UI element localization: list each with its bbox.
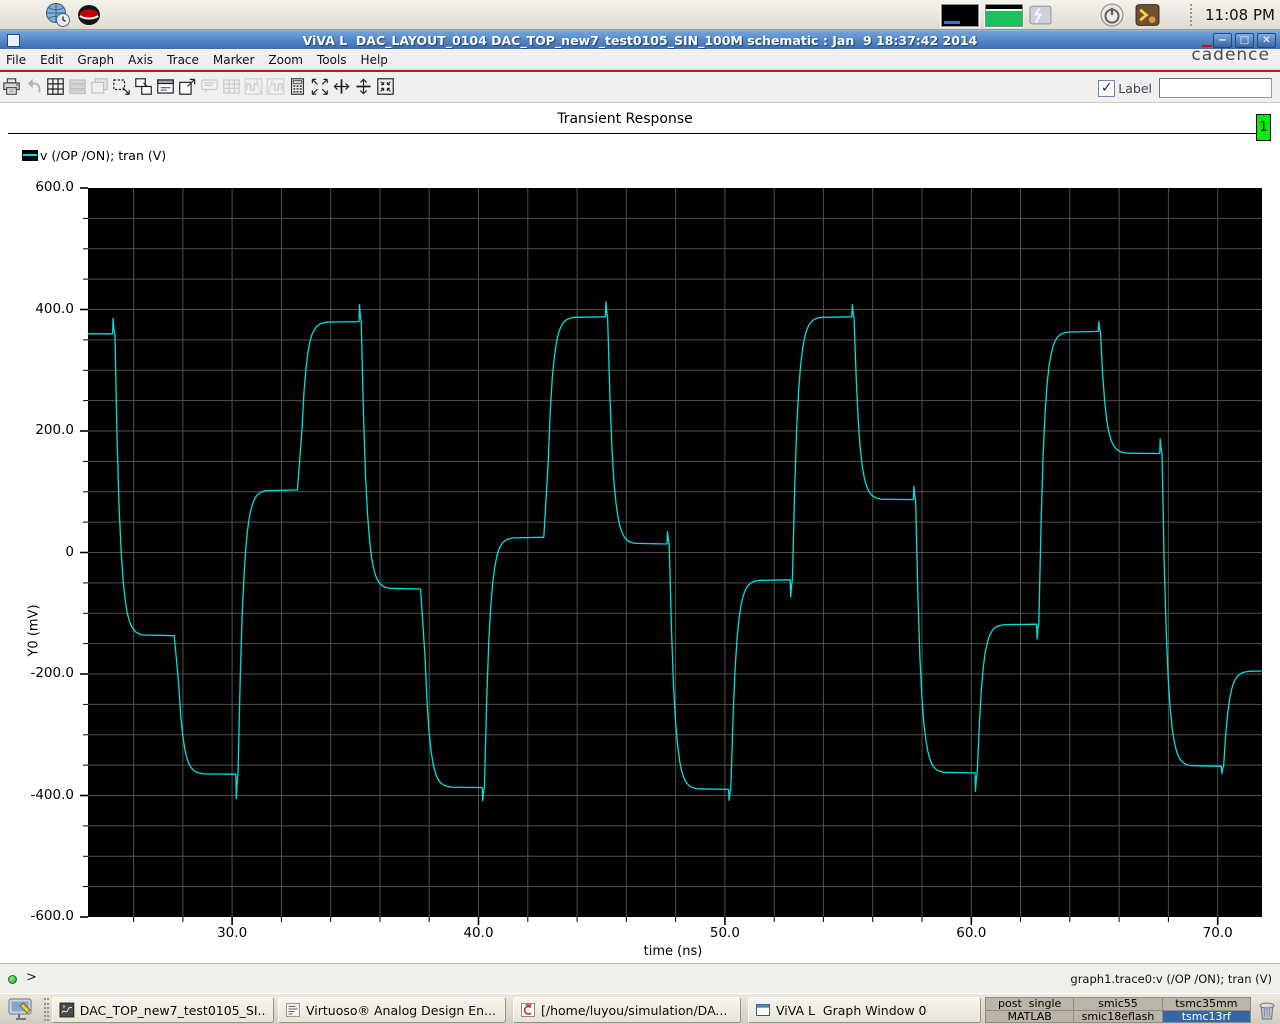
window-preview-green[interactable] [985,4,1023,27]
taskbar-button-label: DAC_TOP_new7_test0105_SI... [79,1002,267,1018]
status-led-icon [8,975,17,984]
workspace-cell[interactable]: smic55 [1074,998,1162,1010]
toolbar [0,72,1280,103]
y-tick-label: -600.0 [30,908,74,924]
menu-help[interactable]: Help [361,50,388,70]
window-restore-icon[interactable] [1029,4,1052,27]
taskbar-button-label: Virtuoso® Analog Design En... [306,1002,497,1018]
toolbar-select-region-icon[interactable] [111,77,132,99]
menu-graph[interactable]: Graph [77,50,114,70]
window-titlebar[interactable]: ViVA L DAC_LAYOUT_0104 DAC_TOP_new7_test… [0,30,1280,49]
redhat-icon[interactable] [76,2,102,28]
clock: 11:08 PM [1205,6,1275,24]
taskbar-button[interactable]: DAC_TOP_new7_test0105_SI... [52,997,274,1023]
taskbar: DAC_TOP_new7_test0105_SI... Virtuoso® Ana… [0,993,1280,1024]
menu-trace[interactable]: Trace [167,50,199,70]
toolbar-header-window-icon[interactable] [155,77,176,99]
workspace-pager: post single smic55 tsmc35mm MATLAB smic18efl… [985,997,1251,1023]
toolbar-fit-x-icon[interactable] [331,77,352,99]
screen: 11:08 PM ViVA L DAC_LAYOUT_0104 DAC_TOP_… [0,0,1280,1024]
menu-axis[interactable]: Axis [128,50,153,70]
toolbar-fit-box-icon[interactable] [375,77,396,99]
legend-label: v (/OP /ON); tran (V) [40,147,167,163]
taskbar-button[interactable]: [/home/luyou/simulation/DA... [513,997,741,1023]
toolbar-strip-chart-icon [67,77,88,99]
ade-icon [286,1003,300,1017]
plot-canvas[interactable] [78,184,1268,929]
y-tick-label: 400.0 [35,300,74,317]
x-tick-label: 40.0 [463,925,494,941]
taskbar-button[interactable]: Virtuoso® Analog Design En... [278,997,506,1023]
menubar: File Edit Graph Axis Trace Marker Zoom Tools Hel… [0,49,1280,69]
y-tick-label: 0 [65,543,74,560]
toolbar-annotation-icon [199,77,220,99]
prompt-icon[interactable] [1135,3,1160,27]
label-input[interactable] [1159,78,1272,98]
menu-file[interactable]: File [6,50,26,70]
trash-icon[interactable] [1256,998,1278,1022]
menu-tools[interactable]: Tools [317,50,347,70]
window-preview-dark[interactable] [941,4,979,27]
toolbar-copy-to-window-icon[interactable] [133,77,154,99]
toolbar-pop-out-window-icon[interactable] [177,77,198,99]
menu-edit[interactable]: Edit [40,50,63,70]
y-tick-label: 600.0 [35,179,74,195]
taskbar-grip[interactable] [44,998,49,1021]
x-tick-label: 30.0 [217,925,248,941]
legend[interactable]: v (/OP /ON); tran (V) [22,147,166,163]
x-tick-label: 60.0 [956,925,987,941]
menu-zoom[interactable]: Zoom [268,50,303,70]
toolbar-clip-wave-a-icon [243,77,264,99]
toolbar-undo-icon [23,77,44,99]
show-desktop-icon[interactable] [7,997,35,1022]
statusbar: > graph1.trace0:v (/OP /ON); tran (V) [0,963,1280,993]
menu-marker[interactable]: Marker [213,50,254,70]
page-badge[interactable]: 1 [1256,114,1271,141]
web-browser-icon[interactable] [45,2,71,28]
graph-window-icon [756,1004,770,1016]
label-checkbox-label: Label [1118,80,1152,96]
power-icon[interactable] [1100,3,1124,27]
toolbar-fit-y-icon[interactable] [353,77,374,99]
cadence-logo: cadence [1191,45,1270,65]
desktop-panel: 11:08 PM [0,0,1280,30]
label-group: ✓ Label [1098,77,1272,99]
toolbar-calculator-icon[interactable] [287,77,308,99]
workspace-cell[interactable]: MATLAB [986,1010,1074,1022]
command-prompt[interactable]: > [26,970,37,985]
toolbar-print-icon[interactable] [1,77,22,99]
y-tick-label: -200.0 [30,665,74,681]
taskbar-button[interactable]: ViVA L Graph Window 0 [748,997,981,1023]
taskbar-button-label: [/home/luyou/simulation/DA... [541,1002,728,1018]
toolbar-table-icon [221,77,242,99]
toolbar-fit-icon[interactable] [309,77,330,99]
workspace-cell[interactable]: post single [986,998,1074,1010]
toolbar-grid-icon[interactable] [45,77,66,99]
taskbar-button-label: ViVA L Graph Window 0 [776,1002,927,1018]
workspace-cell[interactable]: smic18eflash [1074,1010,1162,1022]
label-checkbox[interactable]: ✓ [1098,79,1116,97]
status-trace-info: graph1.trace0:v (/OP /ON); tran (V) [1070,972,1272,986]
console-icon [521,1003,535,1017]
workspace-cell[interactable]: tsmc13rf [1162,1010,1250,1022]
toolbar-overlay-layers-icon [89,77,110,99]
y-tick-label: -400.0 [30,786,74,803]
legend-swatch [22,149,38,161]
y-axis-label: Y0 (mV) [26,604,42,657]
x-axis-label: time (ns) [643,944,703,959]
toolbar-clip-wave-b-icon [265,77,286,99]
graph-area: Transient Response 1 v (/OP /ON); tran (… [0,103,1280,963]
window-title: ViVA L DAC_LAYOUT_0104 DAC_TOP_new7_test… [302,33,978,48]
x-tick-label: 50.0 [709,925,740,941]
workspace-cell[interactable]: tsmc35mm [1162,998,1250,1010]
plot-title: Transient Response [557,111,693,127]
y-tick-label: 200.0 [35,422,74,438]
tray-separator [1190,4,1192,26]
title-rule [8,133,1256,134]
x-tick-label: 70.0 [1202,925,1233,941]
schematic-icon [59,1002,75,1018]
